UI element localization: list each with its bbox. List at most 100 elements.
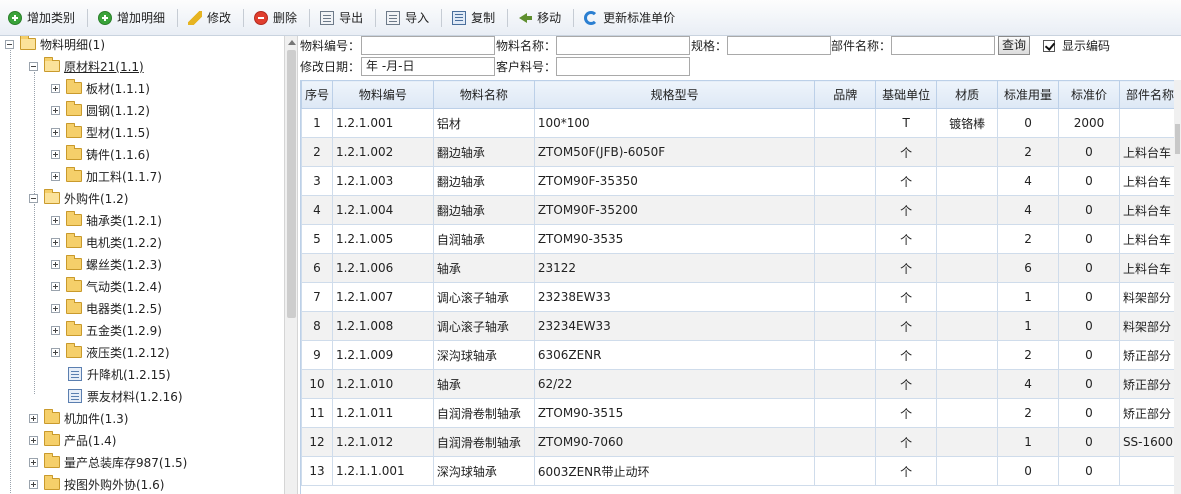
table-cell: 0 — [1058, 456, 1120, 486]
table-cell: 0 — [1058, 253, 1120, 283]
table-row[interactable]: 4 1.2.1.004 翻边轴承 ZTOM90F-35200 个 4 0 上料台车 — [301, 195, 1181, 225]
add-detail-button[interactable]: 增加明细 — [94, 6, 173, 30]
tree-node-root[interactable]: 物料明细(1) — [5, 36, 105, 54]
table-cell: 0 — [1058, 340, 1120, 370]
column-header[interactable]: 标准用量 — [997, 80, 1060, 109]
table-row[interactable]: 9 1.2.1.009 深沟球轴承 6306ZENR 个 2 0 矫正部分 — [301, 340, 1181, 370]
table-row[interactable]: 10 1.2.1.010 轴承 62/22 个 4 0 矫正部分 — [301, 369, 1181, 399]
table-row[interactable]: 5 1.2.1.005 自润轴承 ZTOM90-3535 个 2 0 上料台车 — [301, 224, 1181, 254]
expand-icon[interactable] — [51, 325, 60, 335]
query-button[interactable]: 查询 — [998, 36, 1031, 55]
table-cell: 5 — [301, 224, 333, 254]
material-code-input[interactable] — [361, 36, 495, 55]
tree-node-motor[interactable]: 电机类(1.2.2) — [51, 232, 162, 252]
import-button[interactable]: 导入 — [382, 6, 437, 30]
table-row[interactable]: 2 1.2.1.002 翻边轴承 ZTOM50F(JFB)-6050F 个 2 0 上料台车 — [301, 137, 1181, 167]
table-row[interactable]: 7 1.2.1.007 调心滚子轴承 23238EW33 个 1 0 料架部分 — [301, 282, 1181, 312]
column-header[interactable]: 基础单位 — [875, 80, 938, 109]
show-code-checkbox[interactable] — [1043, 40, 1055, 52]
expand-icon[interactable] — [29, 457, 38, 467]
expand-icon[interactable] — [51, 259, 60, 269]
tree-node-purchased[interactable]: 外购件(1.2) — [29, 188, 128, 208]
customer-code-input[interactable] — [556, 57, 690, 76]
column-header[interactable]: 序号 — [301, 80, 333, 109]
add-category-button[interactable]: 增加类别 — [4, 6, 83, 30]
tree-node-product[interactable]: 产品(1.4) — [29, 430, 116, 450]
table-row[interactable]: 11 1.2.1.011 自润滑卷制轴承 ZTOM90-3515 个 2 0 矫正部分 — [301, 398, 1181, 428]
table-cell: 6306ZENR — [533, 340, 816, 370]
column-header[interactable]: 标准价 — [1058, 80, 1120, 109]
tree-node-screw[interactable]: 螺丝类(1.2.3) — [51, 254, 162, 274]
tree-node-processed-material[interactable]: 加工料(1.1.7) — [51, 166, 162, 186]
expand-icon[interactable] — [29, 479, 38, 489]
table-cell: 自润轴承 — [432, 224, 535, 254]
expand-icon[interactable] — [51, 281, 60, 291]
expand-icon[interactable] — [51, 303, 60, 313]
expand-icon[interactable] — [29, 413, 38, 423]
tree-node-hardware[interactable]: 五金类(1.2.9) — [51, 320, 162, 340]
edit-button[interactable]: 修改 — [184, 6, 239, 30]
tree-node-plate[interactable]: 板材(1.1.1) — [51, 78, 150, 98]
expand-icon[interactable] — [51, 347, 60, 357]
column-header[interactable]: 部件名称 — [1118, 80, 1181, 109]
table-row[interactable]: 12 1.2.1.012 自润滑卷制轴承 ZTOM90-7060 个 1 0 SS-1600 — [301, 427, 1181, 457]
tree-node-casting[interactable]: 铸件(1.1.6) — [51, 144, 150, 164]
export-button[interactable]: 导出 — [316, 6, 371, 30]
material-name-input[interactable] — [556, 36, 690, 55]
column-header[interactable]: 材质 — [936, 80, 999, 109]
tree-scrollbar[interactable] — [284, 36, 298, 494]
scrollbar-thumb[interactable] — [1175, 124, 1180, 154]
tree-node-pneumatic[interactable]: 气动类(1.2.4) — [51, 276, 162, 296]
scrollbar-thumb[interactable] — [287, 50, 296, 318]
delete-button[interactable]: 删除 — [250, 6, 305, 30]
material-name-label: 物料名称： — [496, 39, 557, 53]
part-name-input[interactable] — [891, 36, 995, 55]
tree-node-electrical[interactable]: 电器类(1.2.5) — [51, 298, 162, 318]
collapse-icon[interactable] — [29, 61, 38, 71]
expand-icon[interactable] — [51, 127, 60, 137]
tree-node-label: 轴承类(1.2.1) — [86, 213, 162, 228]
modify-date-input[interactable]: 年 -月-日 — [361, 57, 495, 76]
search-form: 物料编号： 物料名称： 规格： 部件名称： 查询 显示编码 修改日期： 年 -月… — [298, 36, 1181, 80]
tree-node-label: 螺丝类(1.2.3) — [86, 257, 162, 272]
delete-label: 删除 — [273, 11, 298, 25]
tree-node-machined[interactable]: 机加件(1.3) — [29, 408, 128, 428]
table-row[interactable]: 3 1.2.1.003 翻边轴承 ZTOM90F-35350 个 4 0 上料台车 — [301, 166, 1181, 196]
tree-node-mass-production-stock[interactable]: 量产总装库存987(1.5) — [29, 452, 187, 472]
expand-icon[interactable] — [51, 105, 60, 115]
tree-node-hydraulic[interactable]: 液压类(1.2.12) — [51, 342, 170, 362]
tree-node-lift[interactable]: 升降机(1.2.15) — [68, 364, 171, 384]
tree-node-bearing[interactable]: 轴承类(1.2.1) — [51, 210, 162, 230]
collapse-icon[interactable] — [29, 193, 38, 203]
tree-node-outsourced-by-drawing[interactable]: 按图外购外协(1.6) — [29, 474, 164, 494]
folder-icon — [44, 475, 60, 490]
table-row[interactable]: 6 1.2.1.006 轴承 23122 个 6 0 上料台车 — [301, 253, 1181, 283]
column-header[interactable]: 物料编号 — [331, 80, 434, 109]
grid-scrollbar[interactable] — [1174, 80, 1181, 494]
table-row[interactable]: 1 1.2.1.001 铝材 100*100 T 镀铬棒 0 2000 — [301, 108, 1181, 138]
table-cell: 1.2.1.008 — [331, 311, 434, 341]
tree-node-profile[interactable]: 型材(1.1.5) — [51, 122, 150, 142]
table-row[interactable]: 8 1.2.1.008 调心滚子轴承 23234EW33 个 1 0 料架部分 — [301, 311, 1181, 341]
column-header[interactable]: 品牌 — [814, 80, 877, 109]
tree-node-piaoyou-material[interactable]: 票友材料(1.2.16) — [68, 386, 183, 406]
tree-node-raw-material[interactable]: 原材料21(1.1) — [29, 56, 144, 76]
expand-icon[interactable] — [51, 171, 60, 181]
tree-node-round-steel[interactable]: 圆钢(1.1.2) — [51, 100, 150, 120]
column-header[interactable]: 规格型号 — [533, 80, 816, 109]
spec-input[interactable] — [727, 36, 831, 55]
move-button[interactable]: 移动 — [514, 6, 569, 30]
table-cell: 0 — [1058, 427, 1120, 457]
update-standard-price-button[interactable]: 更新标准单价 — [580, 6, 683, 30]
expand-icon[interactable] — [29, 435, 38, 445]
expand-icon[interactable] — [51, 215, 60, 225]
table-cell: 翻边轴承 — [432, 166, 535, 196]
scroll-up-icon[interactable] — [288, 40, 296, 45]
expand-icon[interactable] — [51, 149, 60, 159]
column-header[interactable]: 物料名称 — [432, 80, 535, 109]
expand-icon[interactable] — [51, 83, 60, 93]
copy-button[interactable]: 复制 — [448, 6, 503, 30]
collapse-icon[interactable] — [5, 39, 14, 49]
table-row[interactable]: 13 1.2.1.1.001 深沟球轴承 6003ZENR带止动环 个 0 0 — [301, 456, 1181, 486]
expand-icon[interactable] — [51, 237, 60, 247]
